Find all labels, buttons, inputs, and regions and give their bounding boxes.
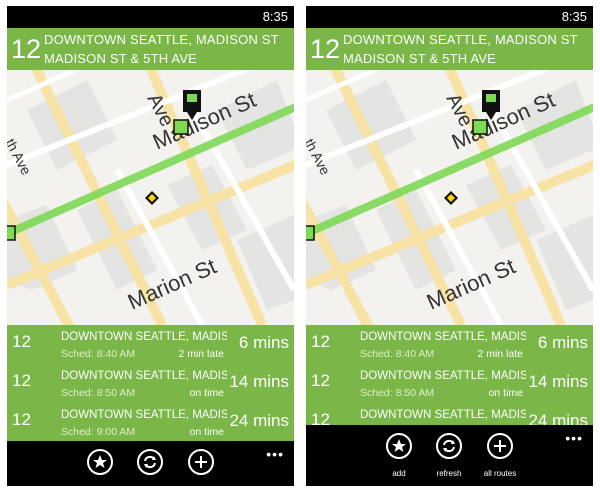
refresh-button[interactable]	[436, 433, 462, 459]
map-canvas[interactable]: Madison St Ave Marion St th Ave	[7, 70, 294, 325]
route-header: 12 DOWNTOWN SEATTLE, MADISON ST MADISON …	[7, 28, 294, 70]
arrival-destination: DOWNTOWN SEATTLE, MADISON ST	[360, 370, 526, 382]
all-routes-icon	[195, 456, 207, 468]
more-menu-button[interactable]: •••	[565, 430, 583, 446]
all-routes-button[interactable]	[487, 433, 513, 459]
arrival-row[interactable]: 12 DOWNTOWN SEATTLE, MADISON ST Sched: 8…	[306, 328, 593, 368]
refresh-icon	[144, 455, 156, 469]
arrival-row[interactable]: 12 DOWNTOWN SEATTLE, MADISON ST Sched: 8…	[7, 328, 294, 368]
status-bar: 8:35	[306, 6, 593, 28]
arrivals-list: 12 DOWNTOWN SEATTLE, MADISON ST Sched: 8…	[306, 325, 593, 425]
bus-icon[interactable]	[173, 119, 189, 135]
route-stop: MADISON ST & 5TH AVE	[44, 51, 198, 66]
arrival-mins: 14 mins	[528, 372, 588, 391]
bus-icon[interactable]	[306, 225, 315, 241]
add-favorite-icon	[93, 455, 107, 468]
arrival-destination: DOWNTOWN SEATTLE, MADISON ST	[61, 409, 227, 421]
arrival-row[interactable]: 12 DOWNTOWN SEATTLE, MADISON ST Sched: 9…	[306, 406, 593, 425]
status-bar: 8:35	[7, 6, 294, 28]
map-view[interactable]: Madison St Ave Marion St th Ave	[7, 70, 294, 325]
route-number: 12	[310, 34, 341, 64]
arrival-sched: Sched: 9:00 AM	[61, 426, 136, 438]
arrival-route: 12	[12, 371, 31, 390]
arrival-status: 2 min late	[477, 348, 523, 360]
arrival-destination: DOWNTOWN SEATTLE, MADISON ST	[61, 331, 227, 343]
route-stop: MADISON ST & 5TH AVE	[343, 51, 497, 66]
route-number: 12	[11, 34, 42, 64]
all-routes-label: all routes	[483, 469, 517, 478]
all-routes-icon	[494, 440, 506, 452]
arrival-destination: DOWNTOWN SEATTLE, MADISON ST	[360, 331, 526, 343]
arrival-mins: 24 mins	[528, 411, 588, 425]
arrival-status: 2 min late	[178, 348, 224, 360]
arrival-mins: 14 mins	[229, 372, 289, 391]
add-favorite-button[interactable]	[87, 449, 113, 475]
app-bar: •••	[7, 441, 294, 486]
arrival-route: 12	[311, 410, 330, 425]
bus-icon[interactable]	[7, 225, 16, 241]
arrival-mins: 24 mins	[229, 411, 289, 430]
arrivals-list: 12 DOWNTOWN SEATTLE, MADISON ST Sched: 8…	[7, 325, 294, 441]
refresh-icon	[443, 439, 455, 453]
arrival-row[interactable]: 12 DOWNTOWN SEATTLE, MADISON ST Sched: 9…	[7, 406, 294, 441]
arrival-sched: Sched: 8:40 AM	[360, 348, 435, 360]
route-destination: DOWNTOWN SEATTLE, MADISON ST	[343, 32, 578, 47]
arrival-route: 12	[311, 332, 330, 351]
arrival-sched: Sched: 8:40 AM	[61, 348, 136, 360]
arrival-status: on time	[189, 426, 224, 438]
arrival-route: 12	[311, 371, 330, 390]
arrival-status: on time	[488, 387, 523, 399]
arrival-sched: Sched: 8:50 AM	[360, 387, 435, 399]
app-bar-expanded: add refresh all routes •••	[306, 425, 593, 486]
arrival-destination: DOWNTOWN SEATTLE, MADISON ST	[61, 370, 227, 382]
bus-icon[interactable]	[472, 119, 488, 135]
arrival-destination: DOWNTOWN SEATTLE, MADISON ST	[360, 409, 526, 421]
arrival-row[interactable]: 12 DOWNTOWN SEATTLE, MADISON ST Sched: 8…	[7, 367, 294, 407]
status-time: 8:35	[262, 9, 288, 24]
more-menu-button[interactable]: •••	[266, 446, 284, 462]
phone-screen-collapsed-appbar: 8:35 12 DOWNTOWN SEATTLE, MADISON ST MAD…	[7, 6, 294, 486]
arrival-mins: 6 mins	[238, 333, 289, 352]
arrival-sched: Sched: 8:50 AM	[61, 387, 136, 399]
phone-screen-expanded-appbar: 8:35 12 DOWNTOWN SEATTLE, MADISON ST MAD…	[306, 6, 593, 486]
arrival-route: 12	[12, 332, 31, 351]
route-header: 12 DOWNTOWN SEATTLE, MADISON ST MADISON …	[306, 28, 593, 70]
route-destination: DOWNTOWN SEATTLE, MADISON ST	[44, 32, 279, 47]
arrival-status: on time	[189, 387, 224, 399]
map-view[interactable]: Madison St Ave Marion St th Ave	[306, 70, 593, 325]
map-canvas[interactable]: Madison St Ave Marion St th Ave	[306, 70, 593, 325]
arrival-row[interactable]: 12 DOWNTOWN SEATTLE, MADISON ST Sched: 8…	[306, 367, 593, 407]
all-routes-button[interactable]	[188, 449, 214, 475]
arrival-mins: 6 mins	[537, 333, 588, 352]
arrival-route: 12	[12, 410, 31, 429]
refresh-button[interactable]	[137, 449, 163, 475]
status-time: 8:35	[561, 9, 587, 24]
add-favorite-button[interactable]	[386, 433, 412, 459]
add-favorite-icon	[392, 439, 406, 452]
